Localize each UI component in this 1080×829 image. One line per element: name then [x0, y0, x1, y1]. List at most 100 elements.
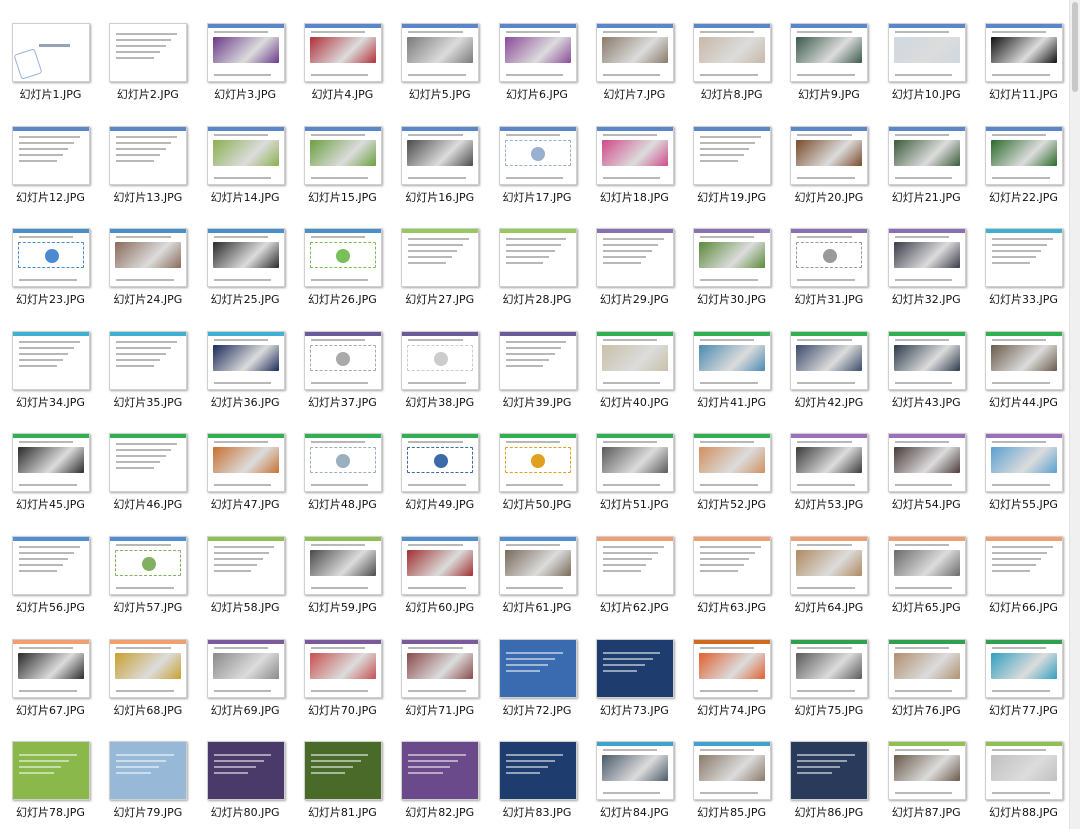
file-item[interactable]: 幻灯片35.JPG: [99, 308, 196, 411]
file-item[interactable]: 幻灯片3.JPG: [197, 0, 294, 103]
slide-thumbnail[interactable]: [498, 741, 577, 801]
slide-thumbnail[interactable]: [595, 433, 674, 493]
slide-thumbnail[interactable]: [12, 536, 90, 595]
file-item[interactable]: 幻灯片24.JPG: [99, 205, 196, 308]
file-item[interactable]: 幻灯片88.JPG: [975, 718, 1072, 821]
slide-thumbnail[interactable]: [498, 330, 577, 390]
file-item[interactable]: 幻灯片16.JPG: [391, 103, 488, 206]
file-item[interactable]: 幻灯片37.JPG: [294, 308, 391, 411]
file-item[interactable]: 幻灯片74.JPG: [683, 616, 780, 719]
slide-thumbnail[interactable]: [693, 741, 772, 801]
file-item[interactable]: 幻灯片54.JPG: [878, 410, 975, 513]
slide-thumbnail[interactable]: [985, 536, 1063, 595]
slide-thumbnail[interactable]: [693, 638, 772, 698]
slide-thumbnail[interactable]: [303, 638, 382, 698]
file-item[interactable]: 幻灯片11.JPG: [975, 0, 1072, 103]
file-item[interactable]: 幻灯片23.JPG: [2, 205, 99, 308]
slide-thumbnail[interactable]: [887, 330, 966, 390]
file-item[interactable]: 幻灯片77.JPG: [975, 616, 1072, 719]
file-item[interactable]: 幻灯片43.JPG: [878, 308, 975, 411]
slide-thumbnail[interactable]: [303, 330, 382, 390]
file-item[interactable]: 幻灯片26.JPG: [294, 205, 391, 308]
file-item[interactable]: 幻灯片34.JPG: [2, 308, 99, 411]
file-item[interactable]: 幻灯片85.JPG: [683, 718, 780, 821]
file-item[interactable]: 幻灯片67.JPG: [2, 616, 99, 719]
slide-thumbnail[interactable]: [887, 638, 966, 698]
slide-thumbnail[interactable]: [887, 228, 966, 288]
slide-thumbnail[interactable]: [303, 741, 382, 801]
slide-thumbnail[interactable]: [595, 330, 674, 390]
file-item[interactable]: 幻灯片55.JPG: [975, 410, 1072, 513]
file-item[interactable]: 幻灯片27.JPG: [391, 205, 488, 308]
slide-thumbnail[interactable]: [109, 125, 188, 185]
file-item[interactable]: 幻灯片83.JPG: [489, 718, 586, 821]
file-item[interactable]: 幻灯片63.JPG: [683, 513, 780, 616]
file-item[interactable]: 幻灯片72.JPG: [489, 616, 586, 719]
slide-thumbnail[interactable]: [206, 433, 285, 493]
slide-thumbnail[interactable]: [12, 125, 90, 185]
file-item[interactable]: 幻灯片44.JPG: [975, 308, 1072, 411]
file-item[interactable]: 幻灯片65.JPG: [878, 513, 975, 616]
file-item[interactable]: 幻灯片42.JPG: [780, 308, 877, 411]
slide-thumbnail[interactable]: [985, 433, 1063, 493]
slide-thumbnail[interactable]: [401, 330, 480, 390]
slide-thumbnail[interactable]: [401, 125, 480, 185]
file-item[interactable]: 幻灯片51.JPG: [586, 410, 683, 513]
file-item[interactable]: 幻灯片70.JPG: [294, 616, 391, 719]
slide-thumbnail[interactable]: [693, 330, 772, 390]
slide-thumbnail[interactable]: [498, 23, 577, 82]
slide-thumbnail[interactable]: [595, 23, 674, 82]
file-item[interactable]: 幻灯片36.JPG: [197, 308, 294, 411]
file-item[interactable]: 幻灯片31.JPG: [780, 205, 877, 308]
file-item[interactable]: 幻灯片56.JPG: [2, 513, 99, 616]
file-item[interactable]: 幻灯片30.JPG: [683, 205, 780, 308]
slide-thumbnail[interactable]: [595, 228, 674, 288]
slide-thumbnail[interactable]: [303, 125, 382, 185]
slide-thumbnail[interactable]: [693, 536, 772, 595]
slide-thumbnail[interactable]: [109, 536, 188, 595]
file-item[interactable]: 幻灯片48.JPG: [294, 410, 391, 513]
slide-thumbnail[interactable]: [401, 228, 480, 288]
file-item[interactable]: 幻灯片5.JPG: [391, 0, 488, 103]
slide-thumbnail[interactable]: [595, 125, 674, 185]
file-item[interactable]: 幻灯片7.JPG: [586, 0, 683, 103]
file-item[interactable]: 幻灯片73.JPG: [586, 616, 683, 719]
slide-thumbnail[interactable]: [109, 433, 188, 493]
slide-thumbnail[interactable]: [303, 23, 382, 82]
slide-thumbnail[interactable]: [303, 228, 382, 288]
slide-thumbnail[interactable]: [401, 638, 480, 698]
file-item[interactable]: 幻灯片9.JPG: [780, 0, 877, 103]
file-item[interactable]: 幻灯片86.JPG: [780, 718, 877, 821]
file-item[interactable]: 幻灯片52.JPG: [683, 410, 780, 513]
slide-thumbnail[interactable]: [12, 741, 90, 801]
file-item[interactable]: 幻灯片84.JPG: [586, 718, 683, 821]
slide-thumbnail[interactable]: [790, 330, 869, 390]
slide-thumbnail[interactable]: [790, 638, 869, 698]
file-item[interactable]: 幻灯片81.JPG: [294, 718, 391, 821]
file-item[interactable]: 幻灯片13.JPG: [99, 103, 196, 206]
file-item[interactable]: 幻灯片28.JPG: [489, 205, 586, 308]
file-item[interactable]: 幻灯片15.JPG: [294, 103, 391, 206]
slide-thumbnail[interactable]: [498, 638, 577, 698]
file-item[interactable]: 幻灯片69.JPG: [197, 616, 294, 719]
file-item[interactable]: 幻灯片10.JPG: [878, 0, 975, 103]
slide-thumbnail[interactable]: [595, 741, 674, 801]
file-item[interactable]: 幻灯片8.JPG: [683, 0, 780, 103]
file-item[interactable]: 幻灯片17.JPG: [489, 103, 586, 206]
file-item[interactable]: 幻灯片47.JPG: [197, 410, 294, 513]
file-item[interactable]: 幻灯片59.JPG: [294, 513, 391, 616]
file-item[interactable]: 幻灯片78.JPG: [2, 718, 99, 821]
slide-thumbnail[interactable]: [790, 23, 869, 82]
slide-thumbnail[interactable]: [693, 433, 772, 493]
file-item[interactable]: 幻灯片58.JPG: [197, 513, 294, 616]
slide-thumbnail[interactable]: [985, 228, 1063, 288]
file-item[interactable]: 幻灯片80.JPG: [197, 718, 294, 821]
file-item[interactable]: 幻灯片50.JPG: [489, 410, 586, 513]
slide-thumbnail[interactable]: [206, 125, 285, 185]
file-item[interactable]: 幻灯片75.JPG: [780, 616, 877, 719]
file-item[interactable]: 幻灯片40.JPG: [586, 308, 683, 411]
file-item[interactable]: 幻灯片25.JPG: [197, 205, 294, 308]
slide-thumbnail[interactable]: [401, 433, 480, 493]
slide-thumbnail[interactable]: [206, 23, 285, 82]
slide-thumbnail[interactable]: [206, 228, 285, 288]
